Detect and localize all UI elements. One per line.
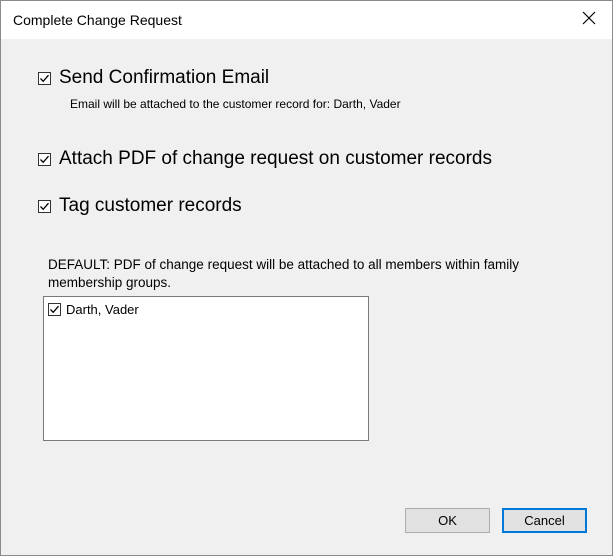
email-hint-text: Email will be attached to the customer r… (70, 97, 401, 111)
default-note: DEFAULT: PDF of change request will be a… (48, 257, 519, 290)
send-email-option[interactable]: Send Confirmation Email (38, 67, 269, 89)
ok-button[interactable]: OK (405, 508, 490, 533)
cancel-button[interactable]: Cancel (502, 508, 587, 533)
dialog-title: Complete Change Request (13, 12, 182, 28)
close-icon (582, 11, 596, 30)
member-checkbox[interactable] (48, 303, 61, 316)
close-button[interactable] (566, 1, 612, 39)
member-label: Darth, Vader (66, 302, 139, 317)
members-listbox[interactable]: Darth, Vader (43, 296, 369, 441)
attach-pdf-label: Attach PDF of change request on customer… (59, 148, 492, 169)
tag-records-checkbox[interactable] (38, 199, 51, 213)
list-item[interactable]: Darth, Vader (48, 302, 139, 317)
send-email-checkbox[interactable] (38, 71, 51, 85)
attach-pdf-option[interactable]: Attach PDF of change request on customer… (38, 148, 492, 170)
attach-pdf-checkbox[interactable] (38, 152, 51, 166)
tag-records-option[interactable]: Tag customer records (38, 195, 242, 217)
tag-records-label: Tag customer records (59, 195, 242, 216)
dialog-window: Complete Change Request Send Confirmatio… (0, 0, 613, 556)
title-bar: Complete Change Request (1, 1, 612, 39)
send-email-label: Send Confirmation Email (59, 67, 270, 88)
